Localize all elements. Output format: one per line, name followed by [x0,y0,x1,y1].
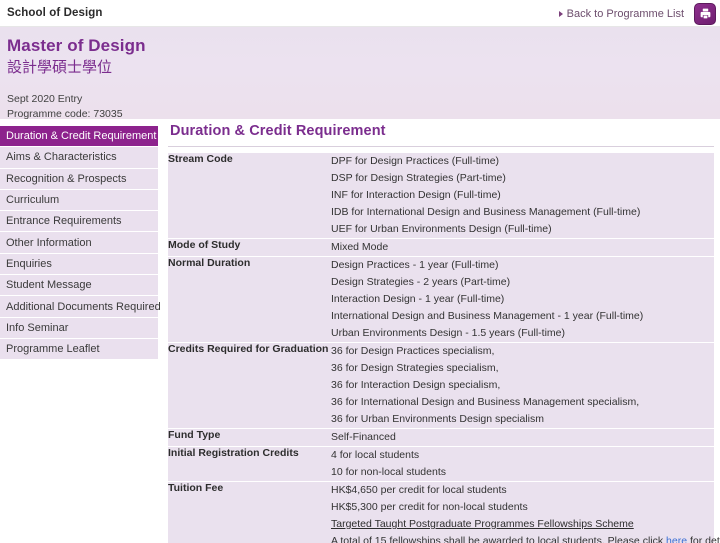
print-button[interactable] [694,2,716,25]
programme-meta: Sept 2020 Entry Programme code: 73035 [7,92,720,124]
programme-title-en: Master of Design [7,36,146,55]
value-line: 36 for Design Strategies specialism, [331,362,499,374]
sidebar-item-label: Student Message [6,279,92,292]
row-label: Mode of Study [168,238,331,257]
sidebar-item-label: Enquiries [6,257,52,270]
row-value: HK$4,650 per credit for local students HK… [331,481,720,543]
sidebar-item-other-information[interactable]: Other Information [0,232,158,254]
sidebar-item-label: Curriculum [6,194,60,207]
value-line: 36 for Urban Environments Design special… [331,413,545,425]
sidebar-item-label: Recognition & Prospects [6,172,127,185]
sidebar-item-curriculum[interactable]: Curriculum [0,189,158,212]
sidebar-item-entrance-requirements[interactable]: Entrance Requirements [0,211,158,233]
row-value: Design Practices - 1 year (Full-time) Des… [331,256,714,343]
fellowship-note-text-after: for details. [689,535,720,543]
table-row: Tuition Fee HK$4,650 per credit for local… [168,481,720,543]
row-value: Self-Financed [331,428,714,447]
programme-banner: Master of Design 設計學碩士學位 Sept 2020 Entry… [0,27,720,120]
printer-icon [699,7,712,20]
sidebar-item-enquiries[interactable]: Enquiries [0,253,158,276]
value-line: Urban Environments Design - 1.5 years (F… [331,327,565,339]
row-label: Credits Required for Graduation [168,342,331,429]
row-label: Initial Registration Credits [168,446,331,482]
sidebar-item-label: Other Information [6,236,92,249]
sidebar-item-label: Entrance Requirements [6,215,122,228]
table-row: Credits Required for Graduation 36 for De… [168,342,714,429]
fellowship-note-text-before: A total of 15 fellowships shall be award… [331,535,667,543]
entry-term: Sept 2020 Entry [7,92,83,105]
value-line: UEF for Urban Environments Design (Full-… [331,223,552,235]
back-link-label: Back to Programme List [566,7,684,20]
value-line: Self-Financed [331,431,396,443]
sidebar-nav: Duration & Credit Requirement Aims & Char… [0,119,161,361]
page-title: Duration & Credit Requirement [168,119,714,147]
fellowship-details-here-link[interactable]: here [666,535,687,543]
value-line: DPF for Design Practices (Full-time) [331,155,500,167]
row-label: Normal Duration [168,256,331,343]
sidebar-item-additional-documents-required[interactable]: Additional Documents Required [0,296,161,318]
back-to-programme-list-link[interactable]: Back to Programme List [558,7,684,20]
page-body: Duration & Credit Requirement Aims & Char… [0,119,720,543]
sidebar-item-aims-characteristics[interactable]: Aims & Characteristics [0,147,158,169]
sidebar-item-duration-credit-requirement[interactable]: Duration & Credit Requirement [0,126,158,148]
sidebar-item-label: Additional Documents Required [6,300,161,313]
value-line: 4 for local students [331,449,420,461]
table-row: Mode of Study Mixed Mode [168,238,714,257]
value-line: Design Practices - 1 year (Full-time) [331,259,499,271]
value-line: INF for Interaction Design (Full-time) [331,189,501,201]
value-line: Design Strategies - 2 years (Part-time) [331,276,511,288]
programme-title-zh: 設計學碩士學位 [7,58,113,77]
row-value: 36 for Design Practices specialism, 36 fo… [331,342,714,429]
sidebar-item-recognition-prospects[interactable]: Recognition & Prospects [0,168,158,190]
row-label: Tuition Fee [168,481,331,543]
value-line: 36 for International Design and Business… [331,396,640,408]
value-line: Mixed Mode [331,241,389,253]
table-row: Stream Code DPF for Design Practices (Ful… [168,153,714,239]
value-line: HK$4,650 per credit for local students [331,484,507,496]
row-label: Stream Code [168,153,331,239]
sidebar-item-student-message[interactable]: Student Message [0,275,158,297]
row-value: Mixed Mode [331,238,714,257]
value-line: IDB for International Design and Busines… [331,206,641,218]
value-line: International Design and Business Manage… [331,310,644,322]
sidebar-item-label: Duration & Credit Requirement [6,130,157,143]
fellowships-scheme-link[interactable]: Targeted Taught Postgraduate Programmes … [331,516,714,533]
table-row: Initial Registration Credits 4 for local … [168,446,714,482]
school-name: School of Design [7,7,103,19]
row-value: 4 for local students 10 for non-local stu… [331,446,714,482]
fellowship-note: A total of 15 fellowships shall be award… [331,533,720,543]
sidebar-item-label: Info Seminar [6,321,69,334]
value-line: DSP for Design Strategies (Part-time) [331,172,506,184]
info-table: Stream Code DPF for Design Practices (Ful… [168,153,720,543]
sidebar-item-info-seminar[interactable]: Info Seminar [0,317,158,339]
sidebar-item-label: Programme Leaflet [6,343,100,356]
top-bar-actions: Back to Programme List [558,0,720,27]
value-line: HK$5,300 per credit for non-local studen… [331,501,528,513]
top-bar: School of Design Back to Programme List [0,0,720,27]
value-line: 36 for Interaction Design specialism, [331,379,501,391]
sidebar-item-label: Aims & Characteristics [6,151,117,164]
value-line: 36 for Design Practices specialism, [331,345,495,357]
value-line: Interaction Design - 1 year (Full-time) [331,293,505,305]
row-label: Fund Type [168,428,331,447]
triangle-right-icon [558,10,563,17]
table-row: Normal Duration Design Practices - 1 year… [168,256,714,343]
value-line: 10 for non-local students [331,466,446,478]
table-row: Fund Type Self-Financed [168,428,714,447]
main-content: Duration & Credit Requirement Stream Cod… [158,119,720,543]
row-value: DPF for Design Practices (Full-time) DSP … [331,153,714,239]
sidebar-item-programme-leaflet[interactable]: Programme Leaflet [0,338,158,361]
programme-code: Programme code: 73035 [7,108,123,121]
